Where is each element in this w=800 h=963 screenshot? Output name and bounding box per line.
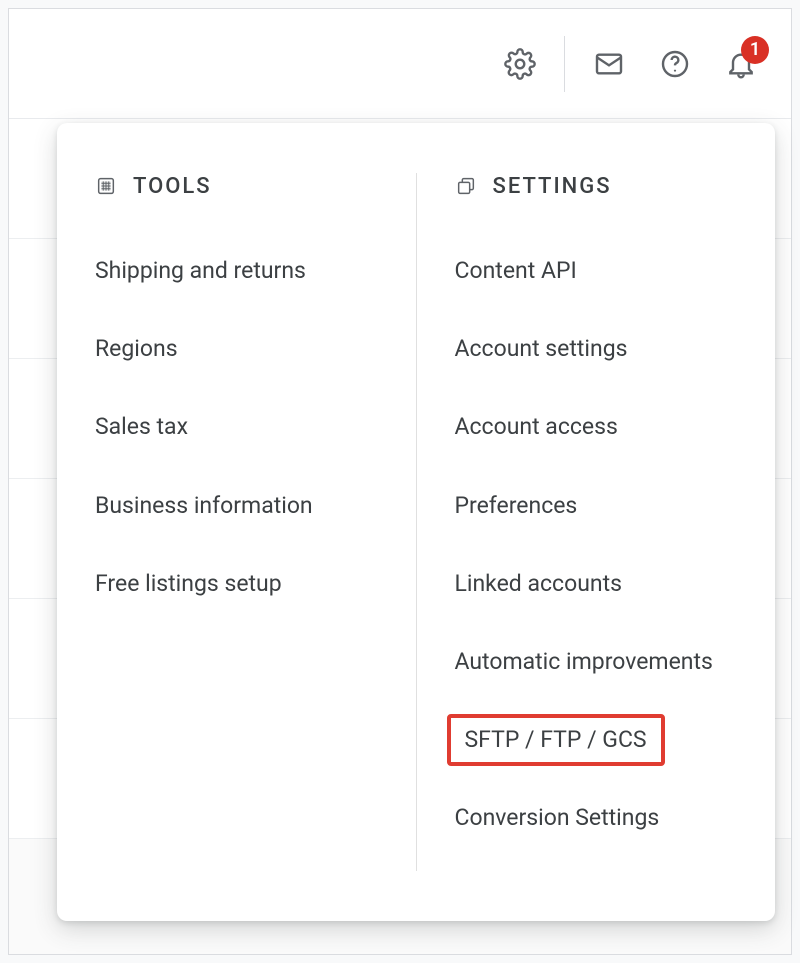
menu-item-sftp-ftp-gcs[interactable]: SFTP / FTP / GCS: [447, 714, 665, 766]
help-icon[interactable]: [653, 42, 697, 86]
topbar: 1: [9, 9, 791, 119]
menu-item-linked-accounts[interactable]: Linked accounts: [453, 558, 624, 610]
menu-item-account-access[interactable]: Account access: [453, 401, 620, 453]
column-header: TOOLS: [93, 173, 380, 199]
dropdown-column-tools: TOOLS Shipping and returns Regions Sales…: [57, 173, 416, 871]
tools-icon: [93, 173, 119, 199]
menu-item-shipping-and-returns[interactable]: Shipping and returns: [93, 245, 308, 297]
menu-item-conversion-settings[interactable]: Conversion Settings: [453, 792, 662, 844]
mail-icon[interactable]: [587, 42, 631, 86]
menu-item-sales-tax[interactable]: Sales tax: [93, 401, 190, 453]
menu-item-regions[interactable]: Regions: [93, 323, 180, 375]
notifications-badge: 1: [741, 36, 769, 64]
menu-item-content-api[interactable]: Content API: [453, 245, 579, 297]
app-viewport: 1 TOOLS Shipping and returns Regions Sal…: [8, 8, 792, 955]
notifications-icon[interactable]: 1: [719, 42, 763, 86]
dropdown-column-settings: SETTINGS Content API Account settings Ac…: [416, 173, 776, 871]
column-header: SETTINGS: [453, 173, 740, 199]
menu-item-automatic-improvements[interactable]: Automatic improvements: [453, 636, 715, 688]
column-title: SETTINGS: [493, 174, 612, 199]
divider: [564, 36, 565, 92]
menu-item-account-settings[interactable]: Account settings: [453, 323, 630, 375]
menu-item-preferences[interactable]: Preferences: [453, 480, 580, 532]
gear-icon[interactable]: [498, 42, 542, 86]
column-title: TOOLS: [133, 174, 212, 199]
menu-item-business-information[interactable]: Business information: [93, 480, 315, 532]
settings-dropdown: TOOLS Shipping and returns Regions Sales…: [57, 123, 775, 921]
settings-icon: [453, 173, 479, 199]
menu-item-free-listings-setup[interactable]: Free listings setup: [93, 558, 284, 610]
